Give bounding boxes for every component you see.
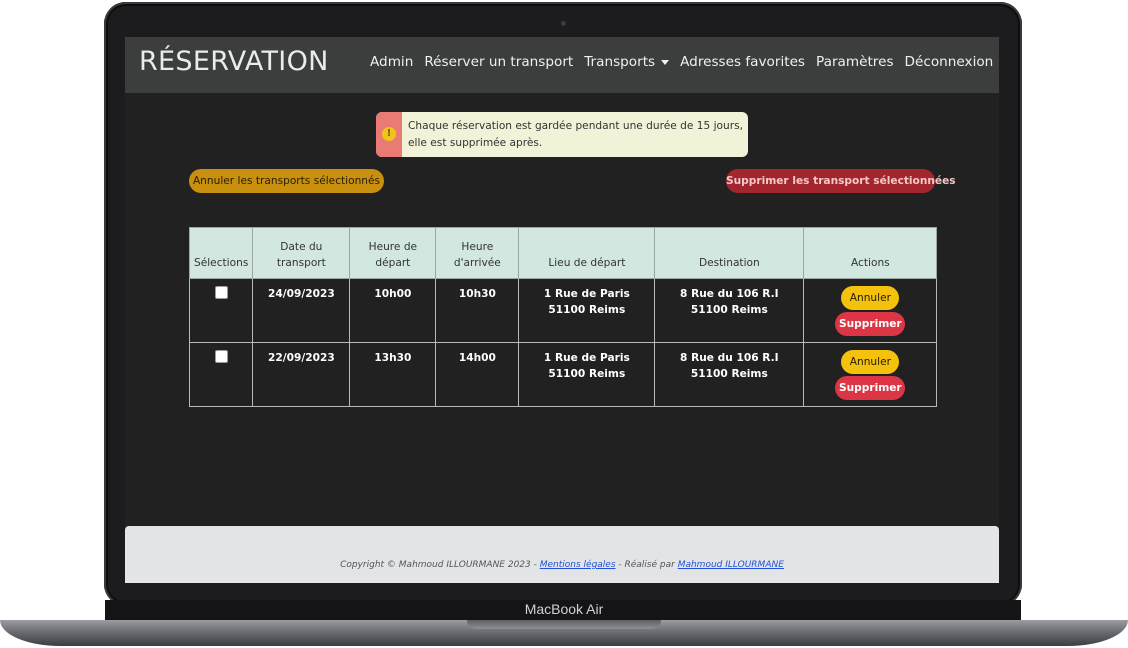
table-header-row: Sélections Date du transport Heure de dé… (188, 227, 938, 279)
caret-down-icon (661, 59, 670, 65)
cell-from: 1 Rue de Paris 51100 Reims (518, 342, 656, 407)
col-header-arrival-time: Heure d'arrivée (435, 227, 520, 279)
nav-admin[interactable]: Admin (370, 54, 413, 70)
nav-reserver[interactable]: Réserver un transport (424, 54, 573, 70)
navbar: RÉSERVATION Admin Réserver un transport … (125, 37, 999, 93)
row-cancel-button[interactable]: Annuler (841, 350, 900, 374)
col-header-depart-time: Heure de départ (349, 227, 437, 279)
cell-to: 8 Rue du 106 R.I 51100 Reims (654, 342, 805, 407)
nav-transports-dropdown[interactable]: Transports (584, 54, 670, 70)
footer-text: Copyright © Mahmoud ILLOURMANE 2023 - Me… (125, 560, 999, 570)
row-delete-button[interactable]: Supprimer (835, 312, 906, 336)
col-header-date: Date du transport (252, 227, 351, 279)
row-select-cell (188, 278, 254, 343)
nav-links: Admin Réserver un transport Transports A… (370, 54, 999, 70)
table-row: 22/09/2023 13h30 14h00 1 Rue de Paris 51… (188, 342, 938, 407)
row-delete-button[interactable]: Supprimer (835, 376, 906, 400)
alert-text: Chaque réservation est gardée pendant un… (408, 120, 743, 149)
author-link[interactable]: Mahmoud ILLOURMANE (678, 560, 784, 570)
site-logo[interactable]: RÉSERVATION (139, 46, 329, 77)
cell-arrival-time: 14h00 (435, 342, 520, 407)
nav-parametres[interactable]: Paramètres (816, 54, 894, 70)
cell-depart-time: 13h30 (349, 342, 437, 407)
cell-actions: Annuler Supprimer (803, 342, 938, 407)
cell-arrival-time: 10h30 (435, 278, 520, 343)
device-brand: MacBook Air (524, 601, 604, 617)
row-select-cell (188, 342, 254, 407)
footer-middle: - Réalisé par (615, 560, 678, 570)
legal-link[interactable]: Mentions légales (540, 560, 616, 570)
row-checkbox[interactable] (214, 286, 228, 299)
footer: Copyright © Mahmoud ILLOURMANE 2023 - Me… (125, 526, 999, 583)
info-alert: ! Chaque réservation est gardée pendant … (376, 112, 748, 157)
cell-date: 24/09/2023 (252, 278, 351, 343)
cell-actions: Annuler Supprimer (803, 278, 938, 343)
cell-to: 8 Rue du 106 R.I 51100 Reims (654, 278, 805, 343)
col-header-selections: Sélections (188, 227, 254, 279)
transports-table: Sélections Date du transport Heure de dé… (188, 227, 938, 407)
row-checkbox[interactable] (214, 350, 228, 363)
cell-depart-time: 10h00 (349, 278, 437, 343)
cell-from: 1 Rue de Paris 51100 Reims (518, 278, 656, 343)
warning-icon: ! (382, 127, 396, 141)
browser-viewport: RÉSERVATION Admin Réserver un transport … (125, 37, 999, 583)
cell-date: 22/09/2023 (252, 342, 351, 407)
footer-copyright: Copyright © Mahmoud ILLOURMANE 2023 - (340, 560, 540, 570)
cancel-selected-button[interactable]: Annuler les transports sélectionnés (189, 169, 384, 193)
col-header-to: Destination (654, 227, 805, 279)
delete-selected-button[interactable]: Supprimer les transport sélectionnées (726, 169, 956, 193)
col-header-actions: Actions (803, 227, 938, 279)
camera-icon (561, 21, 566, 26)
laptop-notch (467, 620, 661, 629)
nav-adresses[interactable]: Adresses favorites (680, 54, 805, 70)
nav-deconnexion[interactable]: Déconnexion (905, 54, 994, 70)
col-header-from: Lieu de départ (518, 227, 656, 279)
nav-transports-label: Transports (584, 54, 656, 70)
table-row: 24/09/2023 10h00 10h30 1 Rue de Paris 51… (188, 278, 938, 343)
row-cancel-button[interactable]: Annuler (841, 286, 900, 310)
